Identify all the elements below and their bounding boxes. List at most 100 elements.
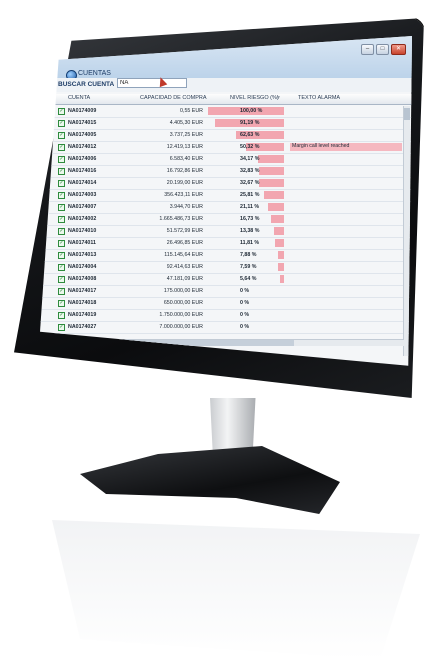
checkbox-checked-icon[interactable]: ✓ (58, 276, 65, 283)
checkbox-checked-icon[interactable]: ✓ (58, 180, 65, 187)
risk-cell: 0 % (240, 300, 250, 306)
capacity-cell: 115.145,64 EUR (164, 252, 203, 258)
capacity-cell: 3.944,70 EUR (169, 204, 203, 210)
risk-bar (258, 155, 284, 163)
close-icon[interactable]: ✕ (391, 44, 406, 55)
account-cell: NA0174019 (68, 312, 97, 318)
table-row[interactable]: ✓ NA0174008 47.181,09 EUR 5,64 % (40, 274, 412, 286)
risk-bar (273, 227, 284, 235)
capacity-cell: 0,55 EUR (180, 108, 203, 114)
alarm-cell: Margin call level reached (290, 143, 402, 151)
table-row[interactable]: ✓ NA0174011 26.496,85 EUR 11,81 % (40, 238, 412, 250)
checkbox-checked-icon[interactable]: ✓ (58, 204, 65, 211)
capacity-cell: 92.414,63 EUR (166, 264, 203, 270)
account-cell: NA0174012 (68, 144, 97, 150)
risk-bar (264, 191, 284, 199)
capacity-cell: 20.199,00 EUR (166, 180, 203, 186)
table-row[interactable]: ✓ NA0174017 175.000,00 EUR 0 % (40, 286, 412, 298)
checkbox-checked-icon[interactable]: ✓ (58, 240, 65, 247)
table-row[interactable]: ✓ NA0174014 20.199,00 EUR 32,67 % (40, 178, 412, 190)
risk-bar (275, 239, 284, 247)
table-row[interactable]: ✓ NA0174003 356.423,11 EUR 25,81 % (40, 190, 412, 202)
risk-cell: 0 % (240, 324, 250, 330)
capacity-cell: 4.405,30 EUR (169, 120, 203, 126)
vertical-scroll-thumb[interactable] (404, 108, 410, 120)
table-row[interactable]: ✓ NA0174018 650.000,00 EUR 0 % (40, 298, 412, 310)
grid-rows: ✓ NA0174009 0,55 EUR 100,00 % ✓ NA0174015 4.40… (40, 106, 412, 334)
checkbox-checked-icon[interactable]: ✓ (58, 156, 65, 163)
account-cell: NA0174007 (68, 204, 97, 210)
account-cell: NA0174008 (68, 276, 97, 282)
checkbox-checked-icon[interactable]: ✓ (58, 216, 65, 223)
risk-bar (271, 215, 284, 223)
risk-bar (278, 263, 284, 271)
window-title: CUENTAS (78, 70, 111, 77)
table-row[interactable]: ✓ NA0174009 0,55 EUR 100,00 % (40, 106, 412, 118)
table-row[interactable]: ✓ NA0174004 92.414,63 EUR 7,59 % (40, 262, 412, 274)
risk-cell: 0 % (240, 312, 250, 318)
risk-bar (279, 275, 284, 283)
table-row[interactable]: ✓ NA0174027 7.000.000,00 EUR 0 % (40, 322, 412, 334)
table-row[interactable]: ✓ NA0174016 16.792,86 EUR 32,83 % (40, 166, 412, 178)
table-row[interactable]: ✓ NA0174005 3.737,25 EUR 62,63 % (40, 130, 412, 142)
header-account[interactable]: CUENTA (68, 95, 90, 101)
checkbox-checked-icon[interactable]: ✓ (58, 168, 65, 175)
account-cell: NA0174016 (68, 168, 97, 174)
maximize-icon[interactable]: □ (376, 44, 389, 55)
header-alarm[interactable]: TEXTO ALARMA (298, 95, 340, 101)
checkbox-checked-icon[interactable]: ✓ (58, 120, 65, 127)
account-cell: NA0174004 (68, 264, 97, 270)
table-row[interactable]: ✓ NA0174015 4.405,30 EUR 91,19 % (40, 118, 412, 130)
capacity-cell: 175.000,00 EUR (163, 288, 203, 294)
minimize-icon[interactable]: – (361, 44, 374, 55)
checkbox-checked-icon[interactable]: ✓ (58, 324, 65, 331)
table-row[interactable]: ✓ NA0174012 12.419,13 EUR 50,32 % Margin cal… (40, 142, 412, 154)
table-row[interactable]: ✓ NA0174013 115.145,64 EUR 7,88 % (40, 250, 412, 262)
account-cell: NA0174015 (68, 120, 97, 126)
account-cell: NA0174014 (68, 180, 97, 186)
capacity-cell: 3.737,25 EUR (169, 132, 203, 138)
search-input[interactable] (117, 78, 187, 88)
risk-cell: 16,73 % (240, 216, 260, 222)
table-row[interactable]: ✓ NA0174002 1.665.486,73 EUR 16,73 % (40, 214, 412, 226)
account-cell: NA0174013 (68, 252, 97, 258)
checkbox-checked-icon[interactable]: ✓ (58, 312, 65, 319)
checkbox-checked-icon[interactable]: ✓ (58, 300, 65, 307)
checkbox-checked-icon[interactable]: ✓ (58, 132, 65, 139)
checkbox-checked-icon[interactable]: ✓ (58, 108, 65, 115)
header-risk[interactable]: NIVEL RIESGO (%) (230, 95, 279, 101)
risk-cell: 100,00 % (240, 108, 263, 114)
account-cell: NA0174017 (68, 288, 97, 294)
capacity-cell: 51.572,99 EUR (166, 228, 203, 234)
capacity-cell: 1.750.000,00 EUR (159, 312, 203, 318)
checkbox-checked-icon[interactable]: ✓ (58, 144, 65, 151)
risk-cell: 62,63 % (240, 132, 260, 138)
capacity-cell: 12.419,13 EUR (166, 144, 203, 150)
risk-cell: 25,81 % (240, 192, 260, 198)
risk-cell: 5,64 % (240, 276, 257, 282)
table-row[interactable]: ✓ NA0174010 51.572,99 EUR 13,38 % (40, 226, 412, 238)
risk-cell: 7,88 % (240, 252, 257, 258)
table-row[interactable]: ✓ NA0174019 1.750.000,00 EUR 0 % (40, 310, 412, 322)
window-controls: – □ ✕ (361, 44, 406, 55)
risk-bar (259, 167, 284, 175)
account-cell: NA0174018 (68, 300, 97, 306)
account-cell: NA0174010 (68, 228, 97, 234)
risk-cell: 7,59 % (240, 264, 257, 270)
checkbox-checked-icon[interactable]: ✓ (58, 192, 65, 199)
header-capacity[interactable]: CAPACIDAD DE COMPRA (140, 95, 207, 101)
account-cell: NA0174009 (68, 108, 97, 114)
risk-cell: 91,19 % (240, 120, 260, 126)
risk-bar (259, 179, 284, 187)
table-row[interactable]: ✓ NA0174007 3.944,70 EUR 21,11 % (40, 202, 412, 214)
checkbox-checked-icon[interactable]: ✓ (58, 252, 65, 259)
risk-cell: 0 % (240, 288, 250, 294)
checkbox-checked-icon[interactable]: ✓ (58, 264, 65, 271)
checkbox-checked-icon[interactable]: ✓ (58, 228, 65, 235)
capacity-cell: 356.423,11 EUR (164, 192, 203, 198)
capacity-cell: 7.000.000,00 EUR (159, 324, 203, 330)
filter-icon[interactable]: ▿ (277, 95, 280, 101)
checkbox-checked-icon[interactable]: ✓ (58, 288, 65, 295)
table-row[interactable]: ✓ NA0174006 6.583,40 EUR 34,17 % (40, 154, 412, 166)
monitor-base (80, 446, 340, 514)
